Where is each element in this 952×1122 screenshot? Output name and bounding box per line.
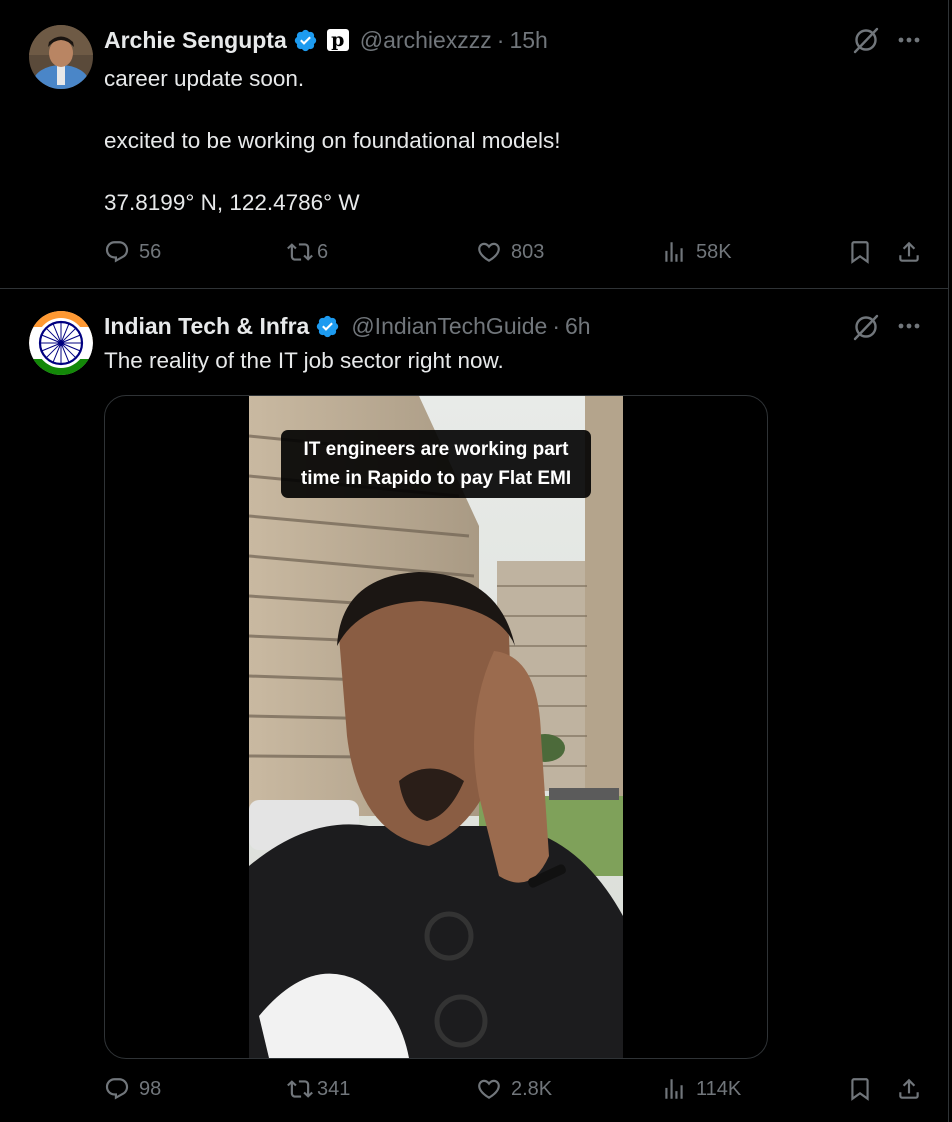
reply-icon — [105, 241, 129, 263]
like-count: 2.8K — [511, 1077, 553, 1100]
bookmark-button[interactable] — [847, 239, 873, 265]
repost-icon — [287, 1080, 313, 1098]
repost-button[interactable]: 341 — [287, 1076, 350, 1102]
bookmark-icon — [851, 241, 869, 264]
verified-badge-icon — [294, 29, 316, 51]
avatar[interactable] — [29, 311, 93, 375]
reply-count: 56 — [139, 240, 162, 263]
tweet-header: Indian Tech & Infra @IndianTechGuide · 6… — [104, 310, 591, 342]
share-icon — [899, 1078, 919, 1099]
more-icon[interactable] — [894, 25, 924, 55]
tweet-header: Archie Sengupta p @archiexzzz · 15h — [104, 24, 548, 56]
views-button[interactable]: 114K — [661, 1076, 741, 1102]
heart-icon — [478, 1079, 500, 1099]
like-count: 803 — [511, 240, 545, 263]
share-icon — [899, 241, 919, 262]
views-icon — [665, 1079, 683, 1099]
like-button[interactable]: 803 — [476, 239, 544, 265]
avatar-flag-logo — [29, 311, 93, 375]
reply-icon — [105, 1078, 129, 1100]
tweet-timestamp[interactable]: 15h — [509, 27, 547, 54]
share-button[interactable] — [896, 1076, 922, 1102]
tweet-text-line: 37.8199° N, 122.4786° W — [104, 190, 360, 215]
more-icon[interactable] — [894, 311, 924, 341]
verified-badge-icon — [317, 315, 339, 337]
affiliate-badge-icon[interactable]: p — [326, 29, 349, 51]
views-count: 114K — [696, 1077, 742, 1100]
repost-count: 341 — [317, 1077, 351, 1100]
reply-button[interactable]: 56 — [104, 239, 161, 265]
views-button[interactable]: 58K — [661, 239, 732, 265]
video-player[interactable]: IT engineers are working part time in Ra… — [104, 395, 768, 1059]
reply-button[interactable]: 98 — [104, 1076, 161, 1102]
author-handle[interactable]: @IndianTechGuide — [351, 313, 547, 340]
heart-icon — [478, 242, 500, 262]
tweet-timestamp[interactable]: 6h — [565, 313, 591, 340]
bookmark-button[interactable] — [847, 1076, 873, 1102]
repost-icon — [287, 243, 313, 261]
avatar[interactable] — [29, 25, 93, 89]
tweet-actions: 56 6 803 58K — [104, 239, 934, 273]
tweet-text-line: excited to be working on foundational mo… — [104, 128, 561, 153]
grok-icon[interactable] — [851, 312, 881, 342]
author-handle[interactable]: @archiexzzz — [360, 27, 492, 54]
separator-dot: · — [496, 26, 505, 53]
tweet-text-line: The reality of the IT job sector right n… — [104, 348, 504, 373]
bookmark-icon — [851, 1078, 869, 1101]
repost-button[interactable]: 6 — [287, 239, 328, 265]
tweet[interactable]: Archie Sengupta p @archiexzzz · 15h care… — [0, 0, 949, 289]
views-icon — [665, 242, 683, 262]
like-button[interactable]: 2.8K — [476, 1076, 552, 1102]
avatar-photo — [29, 25, 93, 89]
share-button[interactable] — [896, 239, 922, 265]
separator-dot: · — [552, 312, 560, 339]
grok-icon[interactable] — [851, 25, 881, 55]
author-name[interactable]: Archie Sengupta — [104, 27, 287, 54]
tweet-actions: 98 341 2.8K 114K — [104, 1076, 934, 1110]
video-caption: IT engineers are working part time in Ra… — [281, 430, 591, 498]
tweet-text-line: career update soon. — [104, 66, 305, 91]
views-count: 58K — [696, 240, 732, 263]
repost-count: 6 — [317, 240, 329, 263]
reply-count: 98 — [139, 1077, 162, 1100]
tweet[interactable]: Indian Tech & Infra @IndianTechGuide · 6… — [0, 289, 949, 1122]
video-frame[interactable]: IT engineers are working part time in Ra… — [249, 396, 623, 1058]
author-name[interactable]: Indian Tech & Infra — [104, 313, 309, 340]
